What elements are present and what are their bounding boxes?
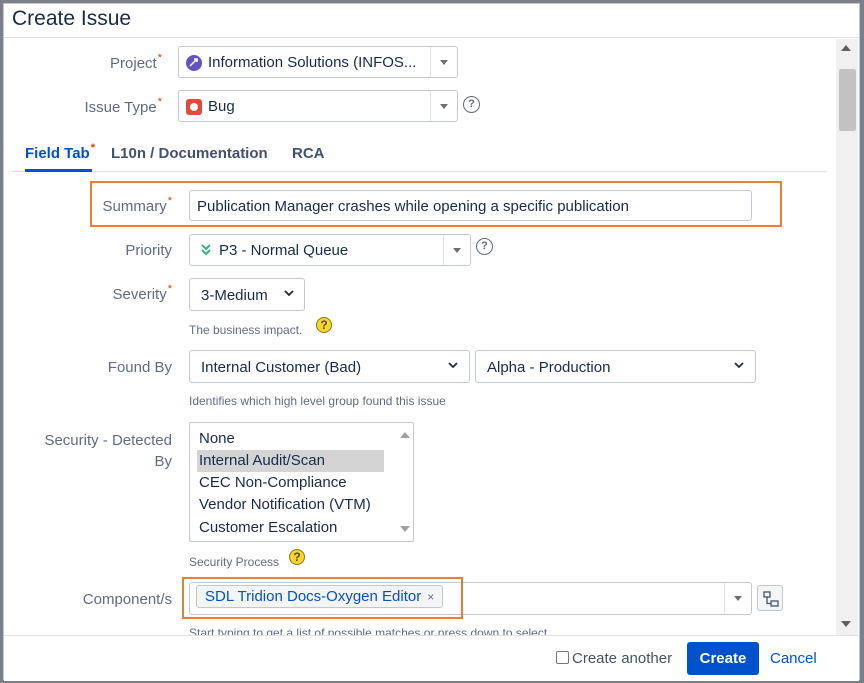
listbox-scrollbar[interactable] — [396, 423, 413, 541]
security-question-icon[interactable]: ? — [289, 549, 305, 565]
list-item-selected[interactable]: Internal Audit/Scan — [197, 450, 384, 472]
found-by-environment-value: Alpha - Production — [487, 359, 611, 376]
scroll-down-icon[interactable] — [400, 526, 410, 532]
scroll-thumb[interactable] — [839, 69, 856, 131]
issue-type-dropdown-chevron-down-icon[interactable] — [430, 91, 457, 121]
priority-value: P3 - Normal Queue — [219, 242, 349, 259]
dialog-footer: Create another Create Cancel — [4, 635, 859, 681]
components-highlight — [182, 577, 463, 619]
project-select[interactable]: Information Solutions (INFOS... — [178, 46, 458, 78]
create-another-checkbox[interactable] — [556, 651, 569, 664]
issue-type-select[interactable]: Bug — [178, 90, 458, 122]
summary-label: Summary* — [102, 195, 172, 215]
dialog-header: Create Issue — [4, 4, 859, 38]
active-tab-indicator — [25, 169, 92, 172]
priority-dropdown-chevron-down-icon[interactable] — [443, 235, 470, 265]
found-by-label: Found By — [107, 359, 172, 376]
list-item[interactable]: None — [197, 428, 384, 450]
list-item[interactable]: Customer Escalation — [197, 517, 384, 539]
severity-value: 3-Medium — [201, 287, 268, 304]
issue-type-label: Issue Type* — [84, 96, 162, 116]
scroll-down-icon[interactable] — [841, 621, 851, 627]
list-item[interactable]: Vendor Notification (VTM) — [197, 494, 384, 516]
project-avatar-icon — [186, 55, 202, 71]
priority-select[interactable]: P3 - Normal Queue — [189, 234, 471, 266]
component-tree-icon[interactable] — [757, 585, 783, 611]
issue-type-value: Bug — [208, 98, 235, 115]
dialog-scrollbar[interactable] — [836, 39, 858, 635]
severity-select[interactable]: 3-Medium — [189, 278, 305, 311]
summary-value: Publication Manager crashes while openin… — [197, 198, 629, 215]
tab-l10n-documentation[interactable]: L10n / Documentation — [111, 145, 268, 162]
tab-field-tab[interactable]: Field Tab* — [25, 142, 95, 162]
create-another-label[interactable]: Create another — [572, 650, 672, 667]
components-hint: Start typing to get a list of possible m… — [189, 626, 551, 635]
priority-label: Priority — [125, 242, 172, 259]
summary-input[interactable]: Publication Manager crashes while openin… — [189, 190, 752, 221]
severity-description: The business impact. — [189, 323, 303, 337]
found-by-select[interactable]: Internal Customer (Bad) — [189, 350, 470, 383]
create-button[interactable]: Create — [687, 642, 759, 675]
security-detected-by-listbox[interactable]: None Internal Audit/Scan CEC Non-Complia… — [189, 422, 414, 542]
severity-question-icon[interactable]: ? — [316, 317, 332, 333]
severity-chevron-down-icon — [284, 290, 294, 297]
components-label: Component/s — [82, 591, 172, 608]
bug-icon — [186, 99, 202, 115]
field-tabs: Field Tab* L10n / Documentation RCA — [12, 132, 827, 172]
scroll-up-icon[interactable] — [400, 432, 410, 438]
issue-type-help-icon[interactable]: ? — [463, 96, 480, 113]
priority-chevrons-down-icon — [199, 242, 213, 258]
dialog-content: Project* Information Solutions (INFOS...… — [4, 39, 834, 635]
project-value: Information Solutions (INFOS... — [208, 54, 417, 71]
list-item[interactable]: CEC Non-Compliance — [197, 472, 384, 494]
security-description: Security Process — [189, 555, 280, 569]
scroll-up-icon[interactable] — [841, 45, 851, 51]
create-issue-dialog: Create Issue Project* Information Soluti… — [3, 3, 860, 681]
project-label: Project* — [110, 52, 162, 72]
security-detected-by-label: Security - Detected By — [44, 432, 172, 470]
found-by-description: Identifies which high level group found … — [189, 394, 446, 408]
severity-label: Severity* — [112, 283, 172, 303]
found-by-chevron-down-icon — [448, 362, 458, 369]
cancel-button[interactable]: Cancel — [770, 650, 817, 667]
found-by-environment-select[interactable]: Alpha - Production — [475, 350, 756, 383]
priority-help-icon[interactable]: ? — [476, 238, 493, 255]
dialog-title: Create Issue — [12, 7, 132, 30]
found-by-value: Internal Customer (Bad) — [201, 359, 362, 376]
tab-rca[interactable]: RCA — [292, 145, 325, 162]
components-dropdown-chevron-down-icon[interactable] — [724, 583, 751, 614]
project-dropdown-chevron-down-icon[interactable] — [430, 47, 457, 77]
found-by-environment-chevron-down-icon — [734, 362, 744, 369]
